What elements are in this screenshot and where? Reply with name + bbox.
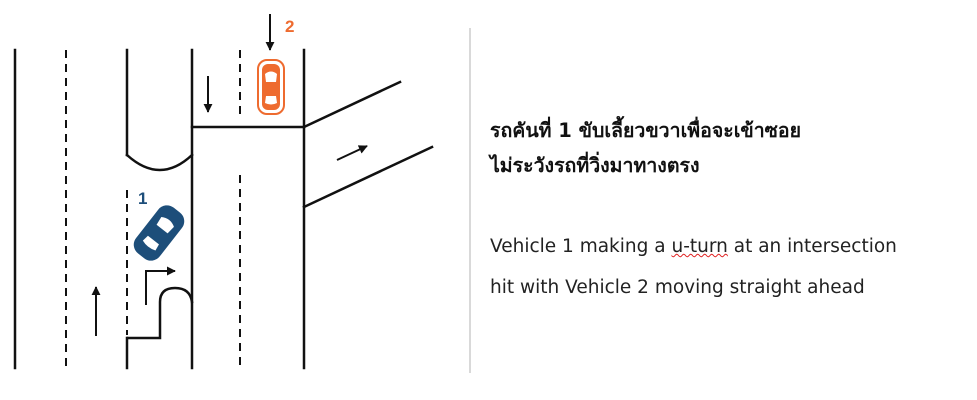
- vehicle-2-car: [257, 59, 285, 115]
- english-caption-line-1: Vehicle 1 making a u-turn at an intersec…: [490, 236, 897, 257]
- road-edges: [13, 48, 434, 370]
- thai-caption-line-2: ไม่ระวังรถที่วิ่งมาทางตรง: [490, 154, 700, 177]
- english-caption-line-2: hit with Vehicle 2 moving straight ahead: [490, 277, 865, 298]
- vehicle-2-number: 2: [285, 17, 294, 36]
- thai-caption-line-1: รถคันที่ 1 ขับเลี้ยวขวาเพื่อจะเข้าซอย: [490, 119, 802, 142]
- traffic-arrows: [91, 14, 368, 336]
- english-caption-part: at an intersection: [727, 236, 897, 257]
- vehicle-1-car: [133, 205, 185, 261]
- english-caption-part: Vehicle 1 making a: [490, 236, 672, 257]
- panel-divider: [469, 28, 471, 373]
- accident-diagram: 2 1: [13, 14, 434, 370]
- vehicle-1-number: 1: [138, 189, 147, 208]
- arrow-side-road: [336, 145, 368, 161]
- spellcheck-underlined-word: u-turn: [671, 236, 728, 257]
- lane-dividers: [65, 50, 241, 368]
